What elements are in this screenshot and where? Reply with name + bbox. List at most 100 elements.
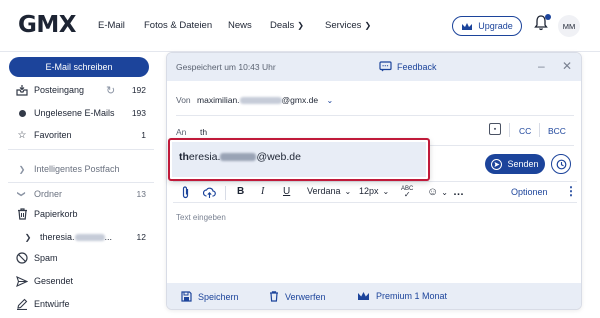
sidebar-item-papierkorb[interactable]: Papierkorb: [0, 205, 160, 223]
upgrade-label: Upgrade: [478, 21, 513, 31]
chevron-down-icon: ⌄: [441, 187, 448, 197]
suggestion-rest: eresia.: [188, 151, 221, 163]
from-address-start: maximilian.: [197, 95, 240, 105]
from-address: maximilian. @gmx.de: [197, 95, 318, 105]
feedback-button[interactable]: Feedback: [379, 61, 437, 72]
nav-news[interactable]: News: [228, 20, 252, 31]
divider: [509, 123, 510, 137]
chevron-down-icon: ❯: [17, 190, 27, 198]
font-size-select[interactable]: 12px ⌄: [359, 186, 389, 196]
send-icon: [16, 275, 28, 287]
kebab-menu-icon[interactable]: ⋮: [565, 184, 577, 198]
star-icon: ☆: [17, 129, 27, 141]
discard-label: Verwerfen: [285, 291, 326, 302]
send-icon: [491, 158, 503, 170]
font-size-value: 12px: [359, 186, 379, 196]
top-navigation: GMX E-Mail Fotos & Dateien News Deals ❯ S…: [0, 0, 600, 52]
premium-button[interactable]: Premium 1 Monat: [357, 291, 447, 301]
send-button[interactable]: Senden: [485, 154, 545, 174]
redacted-text: [74, 234, 105, 242]
nav-email[interactable]: E-Mail: [98, 20, 125, 31]
save-label: Speichern: [198, 291, 239, 302]
sidebar-item-posteingang[interactable]: Posteingang ↻ 192: [0, 81, 160, 99]
attachment-icon[interactable]: [181, 186, 190, 199]
inbox-icon: [16, 84, 28, 96]
favorites-count: 1: [141, 130, 146, 140]
folder-name-ellipsis: ...: [104, 232, 113, 242]
sidebar-item-ungelesene[interactable]: Ungelesene E-Mails 193: [0, 104, 160, 122]
font-family-select[interactable]: Verdana ⌄: [307, 186, 351, 196]
premium-label: Premium 1 Monat: [376, 291, 448, 301]
sidebar: E-Mail schreiben Posteingang ↻ 192 Ungel…: [0, 52, 160, 318]
compose-header: Gespeichert um 10:43 Uhr Feedback – ✕: [167, 53, 581, 81]
sidebar-item-gesendet[interactable]: Gesendet: [0, 272, 160, 290]
chevron-right-icon: ❯: [24, 232, 32, 242]
feedback-label: Feedback: [397, 61, 437, 72]
folder-name: theresia.: [40, 232, 75, 242]
save-button[interactable]: Speichern: [181, 291, 239, 302]
sidebar-item-label: Papierkorb: [34, 209, 78, 219]
from-row[interactable]: Von maximilian. @gmx.de ⌄: [176, 95, 333, 105]
underline-icon[interactable]: U: [283, 186, 290, 197]
suggestion-domain: @web.de: [256, 151, 301, 163]
feedback-icon: [379, 61, 392, 72]
autocomplete-suggestion[interactable]: theresia. @web.de: [172, 142, 426, 177]
checkmark-glyph: ✓: [403, 190, 411, 199]
sidebar-item-label: Ungelesene E-Mails: [34, 108, 115, 118]
crown-icon: [461, 22, 473, 31]
gmx-logo[interactable]: GMX: [18, 12, 77, 38]
bold-icon[interactable]: B: [237, 186, 244, 197]
bcc-button[interactable]: BCC: [548, 126, 566, 136]
trash-icon: [16, 208, 28, 220]
sidebar-item-ordner[interactable]: ❯ Ordner 13: [0, 185, 160, 203]
sidebar-item-entwuerfe[interactable]: Entwürfe: [0, 295, 160, 313]
discard-button[interactable]: Verwerfen: [269, 291, 326, 302]
refresh-icon[interactable]: ↻: [106, 84, 115, 97]
minimize-icon[interactable]: –: [538, 59, 545, 73]
floppy-disk-icon: [181, 291, 192, 302]
avatar[interactable]: MM: [558, 15, 580, 37]
unread-count: 192: [131, 85, 146, 95]
sidebar-item-label: Entwürfe: [34, 299, 70, 309]
options-button[interactable]: Optionen: [511, 187, 548, 197]
to-input[interactable]: [200, 125, 400, 138]
divider: [176, 115, 574, 116]
font-family-value: Verdana: [307, 186, 341, 196]
cloud-upload-icon[interactable]: [203, 186, 216, 199]
recipient-autocomplete-dropdown: theresia. @web.de: [168, 138, 430, 181]
spellcheck-icon[interactable]: ABC ✓: [401, 186, 413, 199]
emoji-icon[interactable]: ☺ ⌄: [427, 186, 448, 198]
nav-deals[interactable]: Deals ❯: [270, 20, 304, 31]
nav-services[interactable]: Services ❯: [325, 20, 371, 31]
close-icon[interactable]: ✕: [562, 59, 572, 73]
send-label: Senden: [507, 159, 539, 169]
italic-icon[interactable]: I: [261, 186, 264, 197]
trash-icon: [269, 291, 279, 302]
schedule-send-clock-icon[interactable]: [551, 154, 571, 174]
upgrade-button[interactable]: Upgrade: [452, 16, 522, 36]
address-book-icon[interactable]: ▪: [489, 123, 501, 135]
compose-window: Gespeichert um 10:43 Uhr Feedback – ✕ Vo…: [166, 52, 582, 310]
sidebar-item-spam[interactable]: Spam: [0, 249, 160, 267]
sidebar-item-favoriten[interactable]: ☆ Favoriten 1: [0, 126, 160, 144]
chevron-down-icon: ❯: [297, 21, 304, 30]
from-label: Von: [176, 95, 191, 105]
nav-services-label: Services: [325, 20, 362, 31]
chevron-down-icon: ❯: [364, 21, 372, 30]
cc-button[interactable]: CC: [519, 126, 531, 136]
folder-count: 12: [136, 232, 146, 242]
suggestion-match: th: [179, 151, 189, 163]
compose-email-button[interactable]: E-Mail schreiben: [9, 57, 149, 77]
sidebar-item-label: Posteingang: [34, 85, 85, 95]
nav-fotos-dateien[interactable]: Fotos & Dateien: [144, 20, 212, 31]
more-options-icon[interactable]: …: [453, 186, 464, 198]
divider: [225, 186, 226, 200]
sidebar-item-intelligentes-postfach[interactable]: ❯ Intelligentes Postfach: [0, 160, 160, 178]
sidebar-item-label: Intelligentes Postfach: [34, 164, 120, 174]
folder-count: 13: [136, 189, 146, 199]
message-body[interactable]: Text eingeben: [176, 213, 226, 222]
redacted-text: [220, 153, 257, 162]
sidebar-item-label: Spam: [34, 253, 58, 263]
nav-deals-label: Deals: [270, 20, 295, 31]
sidebar-item-theresia-folder[interactable]: ❯ theresia.... 12: [0, 228, 160, 246]
